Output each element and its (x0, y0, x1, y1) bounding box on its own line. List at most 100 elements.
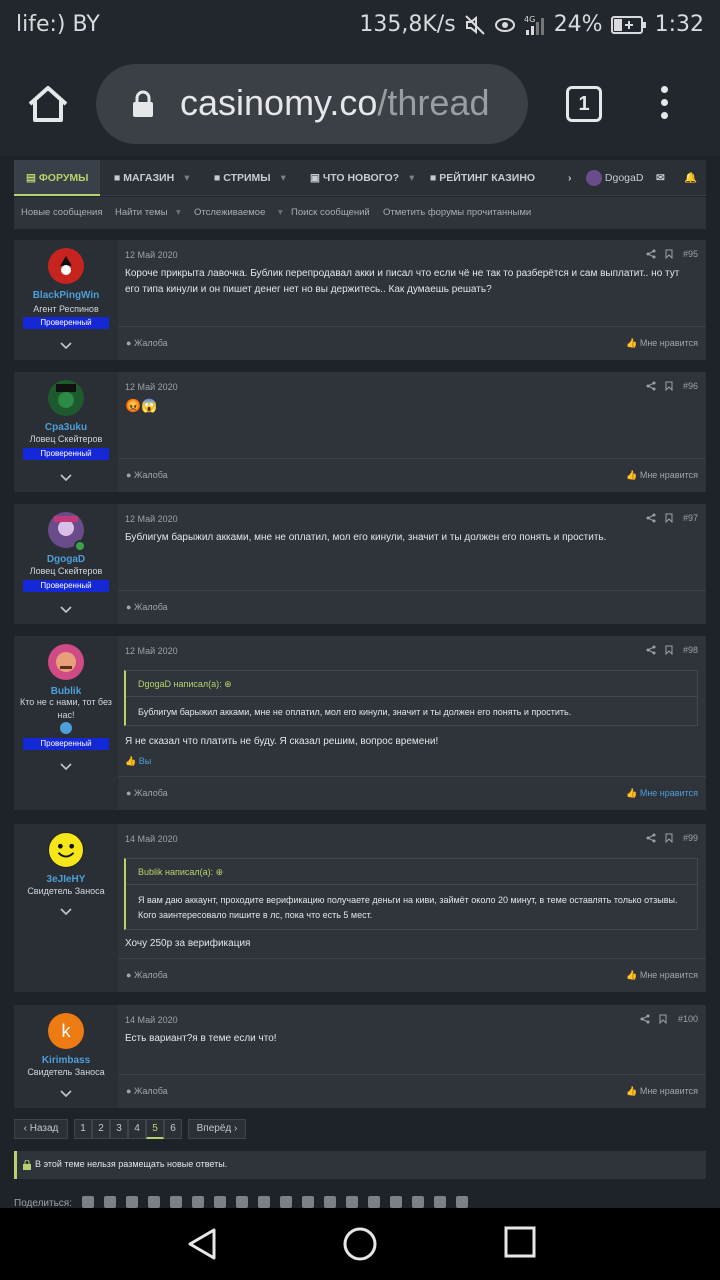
subnav-find-threads[interactable]: Найти темы (115, 197, 168, 229)
post-date[interactable]: 14 Май 2020 (125, 1015, 178, 1025)
chevron-down-icon[interactable] (59, 907, 73, 917)
facebook-icon[interactable] (170, 1196, 182, 1208)
quote-author-link[interactable]: DgogaD написал(а): ⊕ (126, 671, 697, 697)
vk-icon[interactable] (82, 1196, 94, 1208)
like-button[interactable]: 👍 Мне нравится (626, 970, 698, 981)
whatsapp-icon[interactable] (280, 1196, 292, 1208)
tab-switcher-button[interactable]: 1 (566, 86, 602, 122)
overflow-menu-icon[interactable] (656, 86, 672, 126)
report-link[interactable]: ● Жалоба (126, 338, 168, 348)
share-icon[interactable] (646, 513, 656, 523)
avatar[interactable]: k (48, 1013, 84, 1049)
share-icon[interactable] (646, 645, 656, 655)
username-link[interactable]: Kirimbass (14, 1055, 118, 1066)
next-page-button[interactable]: Вперёд › (188, 1119, 246, 1139)
bell-icon[interactable]: 🔔 (684, 160, 697, 196)
back-icon[interactable] (184, 1226, 220, 1262)
share-icon[interactable] (646, 249, 656, 259)
share-icon[interactable] (640, 1014, 650, 1024)
bookmark-icon[interactable] (664, 249, 674, 259)
twitter-icon[interactable] (192, 1196, 204, 1208)
avatar[interactable] (48, 832, 84, 868)
nav-casino-rating[interactable]: ■ РЕЙТИНГ КАЗИНО (430, 160, 535, 196)
chevron-down-icon[interactable] (59, 341, 73, 351)
address-bar[interactable]: casinomy.co/thread (96, 64, 528, 144)
viber-icon[interactable] (324, 1196, 336, 1208)
subnav-mark-read[interactable]: Отметить форумы прочитанными (383, 197, 531, 229)
nav-whats-new[interactable]: ▣ ЧТО НОВОГО? ▾ (310, 160, 414, 196)
subnav-new-posts[interactable]: Новые сообщения (21, 197, 103, 229)
home-nav-icon[interactable] (342, 1226, 378, 1262)
page-link[interactable]: 6 (164, 1119, 182, 1139)
post-date[interactable]: 12 Май 2020 (125, 646, 178, 656)
linkedin-icon[interactable] (126, 1196, 138, 1208)
reddit-icon[interactable] (214, 1196, 226, 1208)
post-date[interactable]: 12 Май 2020 (125, 514, 178, 524)
current-page[interactable]: 5 (146, 1119, 164, 1139)
page-link[interactable]: 1 (74, 1119, 92, 1139)
chevron-down-icon[interactable] (59, 473, 73, 483)
like-button[interactable]: 👍 Мне нравится (626, 338, 698, 349)
username-link[interactable]: Cpa3uku (14, 422, 118, 433)
subnav-search-posts[interactable]: Поиск сообщений (291, 197, 370, 229)
avatar[interactable] (48, 644, 84, 680)
report-link[interactable]: ● Жалоба (126, 1086, 168, 1096)
like-button[interactable]: 👍 Мне нравится (626, 1086, 698, 1097)
like-button[interactable]: 👍 Мне нравится (626, 470, 698, 481)
page-link[interactable]: 3 (110, 1119, 128, 1139)
report-link[interactable]: ● Жалоба (126, 788, 168, 798)
yahoo-icon[interactable] (412, 1196, 424, 1208)
report-link[interactable]: ● Жалоба (126, 470, 168, 480)
post-number[interactable]: #100 (678, 1014, 698, 1024)
post-date[interactable]: 12 Май 2020 (125, 250, 178, 260)
avatar[interactable] (48, 248, 84, 284)
mail-icon[interactable]: ✉ (656, 160, 665, 196)
report-link[interactable]: ● Жалоба (126, 602, 168, 612)
recents-icon[interactable] (504, 1226, 536, 1258)
google-icon[interactable] (390, 1196, 402, 1208)
telegram-icon[interactable] (302, 1196, 314, 1208)
bookmark-icon[interactable] (664, 381, 674, 391)
subnav-watched[interactable]: Отслеживаемое (194, 197, 265, 229)
star-icon[interactable] (148, 1196, 160, 1208)
bookmark-icon[interactable] (664, 645, 674, 655)
post-number[interactable]: #96 (683, 381, 698, 391)
home-icon[interactable] (26, 82, 70, 126)
nav-more-chevron-icon[interactable]: › (568, 160, 572, 196)
post-date[interactable]: 12 Май 2020 (125, 382, 178, 392)
prev-page-button[interactable]: ‹ Назад (14, 1119, 68, 1139)
username-link[interactable]: DgogaD (14, 554, 118, 565)
chevron-down-icon[interactable] (59, 605, 73, 615)
like-button[interactable]: 👍 Мне нравится (626, 788, 698, 799)
reactions-summary[interactable]: 👍 Вы (125, 756, 151, 767)
username-link[interactable]: BlackPingWin (14, 290, 118, 301)
page-link[interactable]: 4 (128, 1119, 146, 1139)
tumblr-icon[interactable] (258, 1196, 270, 1208)
evernote-icon[interactable] (434, 1196, 446, 1208)
username-link[interactable]: 3eJIeHY (14, 874, 118, 885)
ok-icon[interactable] (104, 1196, 116, 1208)
post-number[interactable]: #95 (683, 249, 698, 259)
quote-author-link[interactable]: Bublik написал(а): ⊕ (126, 859, 697, 885)
nav-shop[interactable]: ■ МАГАЗИН ▾ (114, 160, 189, 196)
share-icon[interactable] (646, 381, 656, 391)
page-link[interactable]: 2 (92, 1119, 110, 1139)
link-icon[interactable] (456, 1196, 468, 1208)
nav-streams[interactable]: ■ СТРИМЫ ▾ (214, 160, 286, 196)
post-number[interactable]: #99 (683, 833, 698, 843)
nav-forums[interactable]: ▤ ФОРУМЫ (14, 160, 101, 196)
chevron-down-icon[interactable] (59, 762, 73, 772)
bookmark-icon[interactable] (664, 513, 674, 523)
nav-user[interactable]: DgogaD (586, 160, 643, 196)
post-number[interactable]: #97 (683, 513, 698, 523)
chevron-down-icon[interactable] (59, 1089, 73, 1099)
share-icon[interactable] (646, 833, 656, 843)
bookmark-icon[interactable] (664, 833, 674, 843)
bookmark-icon[interactable] (658, 1014, 668, 1024)
email-icon[interactable] (368, 1196, 380, 1208)
report-link[interactable]: ● Жалоба (126, 970, 168, 980)
post-date[interactable]: 14 Май 2020 (125, 834, 178, 844)
post-number[interactable]: #98 (683, 645, 698, 655)
pinterest-icon[interactable] (236, 1196, 248, 1208)
skype-icon[interactable] (346, 1196, 358, 1208)
